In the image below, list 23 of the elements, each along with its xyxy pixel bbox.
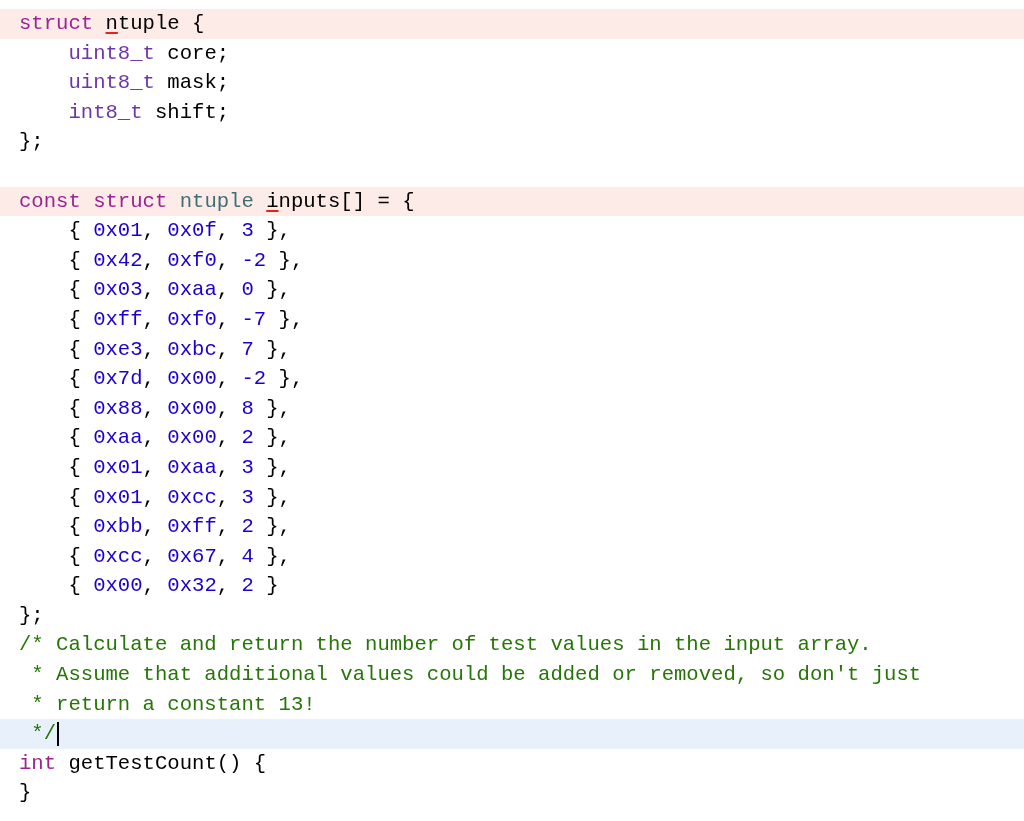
code-line: { 0x01, 0xaa, 3 }, bbox=[67, 454, 292, 481]
code-line: }; bbox=[18, 129, 45, 156]
code-line: { 0xe3, 0xbc, 7 }, bbox=[67, 336, 292, 363]
code-line: * Assume that additional values could be added or removed, so don't just bbox=[30, 662, 923, 689]
code-line: /* Calculate and return the number of test values in the input array. bbox=[18, 632, 873, 659]
code-line: { 0x7d, 0x00, -2 }, bbox=[67, 366, 305, 393]
code-line: int8_t shift; bbox=[67, 99, 231, 126]
code-line: } bbox=[18, 780, 33, 807]
code-line: uint8_t mask; bbox=[67, 70, 231, 97]
code-line: { 0x88, 0x00, 8 }, bbox=[67, 395, 292, 422]
code-line: { 0x01, 0xcc, 3 }, bbox=[67, 484, 292, 511]
code-line: { 0x00, 0x32, 2 } bbox=[67, 573, 280, 600]
code-line: { 0xff, 0xf0, -7 }, bbox=[67, 306, 305, 333]
code-line: { 0xaa, 0x00, 2 }, bbox=[67, 425, 292, 452]
code-line: int getTestCount() { bbox=[18, 750, 268, 777]
code-line: { 0x01, 0x0f, 3 }, bbox=[67, 218, 292, 245]
code-line: }; bbox=[18, 602, 45, 629]
code-line: * return a constant 13! bbox=[30, 691, 317, 718]
code-line: { 0xbb, 0xff, 2 }, bbox=[67, 514, 292, 541]
code-line: { 0xcc, 0x67, 4 }, bbox=[67, 543, 292, 570]
code-line: { 0x42, 0xf0, -2 }, bbox=[67, 247, 305, 274]
code-line: uint8_t core; bbox=[67, 40, 231, 67]
code-line: { 0x03, 0xaa, 0 }, bbox=[67, 277, 292, 304]
